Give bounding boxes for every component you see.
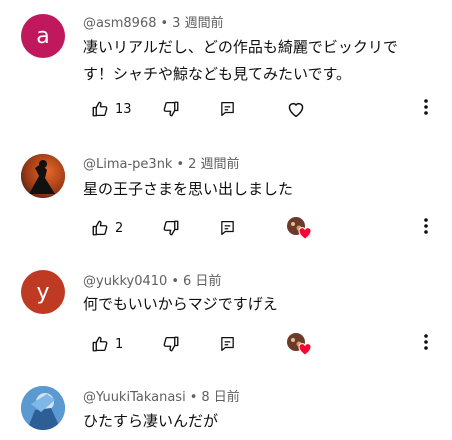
dislike-button[interactable]	[162, 97, 180, 121]
like-count: 13	[115, 101, 132, 117]
thumb-down-icon	[162, 219, 180, 237]
thumb-up-icon	[91, 219, 109, 237]
comment-meta: @yukky0410 • 6 日前	[83, 270, 221, 289]
meta-separator: •	[176, 157, 185, 172]
more-options-button[interactable]	[418, 216, 434, 240]
comment-meta: @Lima-pe3nk • 2 週間前	[83, 153, 240, 172]
like-button[interactable]: 1	[91, 332, 123, 356]
thumb-down-icon	[162, 335, 180, 353]
comment-text: 星の王子さまを思い出しました	[83, 176, 424, 203]
creator-heart-icon	[287, 333, 312, 356]
illustrated-avatar-image	[21, 386, 65, 430]
like-count: 1	[115, 336, 124, 352]
comment-text: 凄いリアルだし、どの作品も綺麗でビックリで す！シャチや鯨なども見てみたいです。	[83, 34, 424, 88]
reply-icon	[219, 219, 236, 237]
comment-text-line: 凄いリアルだし、どの作品も綺麗でビックリで	[83, 38, 398, 56]
comment-time[interactable]: 2 週間前	[188, 157, 239, 172]
more-options-button[interactable]	[418, 332, 434, 356]
like-button[interactable]: 2	[91, 216, 123, 240]
comment-text-line: 星の王子さまを思い出しました	[83, 180, 294, 198]
more-options-button[interactable]	[418, 97, 434, 121]
comment-author[interactable]: @asm8968	[83, 16, 157, 31]
comment-actions: 2	[83, 216, 452, 244]
creator-heart-badge	[286, 332, 312, 356]
reply-button[interactable]	[219, 332, 236, 356]
meta-separator: •	[171, 274, 179, 289]
comment-author[interactable]: @Lima-pe3nk	[83, 157, 172, 172]
dislike-button[interactable]	[162, 332, 180, 356]
silhouette-avatar-image	[21, 154, 65, 198]
thumb-up-icon	[91, 100, 109, 118]
comment-author[interactable]: @yukky0410	[83, 274, 167, 289]
like-button[interactable]: 13	[91, 97, 132, 121]
comment-text: 何でもいいからマジですげえ	[83, 291, 424, 318]
like-count: 2	[115, 220, 124, 236]
comment-text: ひたすら凄いんだが	[83, 408, 424, 435]
comment-text-line: 何でもいいからマジですげえ	[83, 295, 278, 313]
more-vert-icon	[424, 334, 428, 354]
comment-meta: @YuukiTakanasi • 8 日前	[83, 386, 240, 405]
meta-separator: •	[189, 390, 198, 405]
reply-button[interactable]	[219, 216, 236, 240]
comment-actions: 1	[83, 332, 452, 360]
comment-time[interactable]: 8 日前	[201, 390, 239, 405]
reply-icon	[219, 335, 236, 353]
heart-outline-icon	[286, 100, 306, 118]
avatar-letter: y	[36, 279, 50, 305]
heart-button[interactable]	[286, 97, 306, 121]
thumb-up-icon	[91, 335, 109, 353]
comment-time[interactable]: 6 日前	[183, 274, 221, 289]
creator-heart-icon	[287, 217, 312, 240]
more-vert-icon	[424, 218, 428, 238]
comment-author[interactable]: @YuukiTakanasi	[83, 390, 186, 405]
dislike-button[interactable]	[162, 216, 180, 240]
thumb-down-icon	[162, 100, 180, 118]
comment-meta: @asm8968 • 3 週間前	[83, 12, 224, 31]
comment-text-line: ひたすら凄いんだが	[83, 412, 219, 430]
comment-time[interactable]: 3 週間前	[172, 16, 223, 31]
more-vert-icon	[424, 99, 428, 119]
creator-heart-badge	[286, 216, 312, 240]
comment-text-line: す！シャチや鯨なども見てみたいです。	[83, 65, 352, 83]
comment-actions: 13	[83, 97, 452, 125]
avatar[interactable]	[21, 154, 65, 198]
avatar-letter: a	[36, 23, 50, 49]
reply-button[interactable]	[219, 97, 236, 121]
avatar[interactable]: a	[21, 14, 65, 58]
reply-icon	[219, 100, 236, 118]
avatar[interactable]: y	[21, 270, 65, 314]
meta-separator: •	[160, 16, 169, 31]
avatar[interactable]	[21, 386, 65, 430]
